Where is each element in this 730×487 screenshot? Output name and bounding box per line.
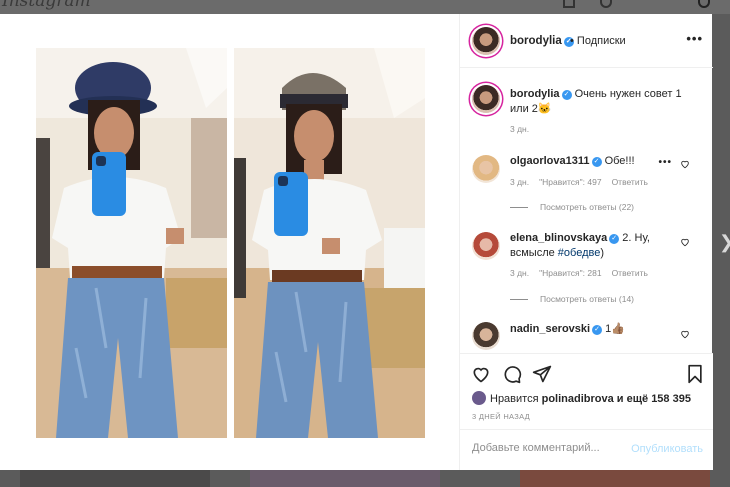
hashtag-link[interactable]: #обедве [558,247,601,259]
comment-username[interactable]: nadin_serovski [510,323,590,335]
comment-bar: Опубликовать [460,429,713,471]
verified-icon: ✓ [592,325,603,335]
background-feed-strip [0,470,730,487]
background-thumbnail [250,470,440,487]
comment-likes[interactable]: "Нравится": 497 [539,177,601,187]
comment-time: 3 дн. [510,177,530,187]
more-options-icon[interactable]: ••• [686,31,703,46]
comment: elena_blinovskaya ✓ 2. Ну, всмысле #обедв… [510,231,670,261]
comment-icon[interactable] [502,364,522,384]
background-thumbnail [520,470,710,487]
author-username[interactable]: borodylia ✓ [510,35,574,47]
view-replies-button[interactable]: Посмотреть ответы (22) [510,202,634,212]
post-sidebar: borodylia ✓ • Подписки ••• borodylia ✓ Оче… [459,14,713,470]
comment-text: ) [600,247,604,259]
publish-button[interactable]: Опубликовать [631,443,703,455]
comment-likes[interactable]: "Нравится": 281 [539,268,601,278]
bookmark-icon[interactable] [685,364,705,384]
post-media [0,14,459,470]
caption-author-avatar[interactable] [472,85,500,113]
verified-icon: ✓ [561,90,572,100]
post-photo-option-1 [36,48,227,438]
post-date: 3 ДНЕЙ НАЗАД [472,412,531,421]
post-modal: borodylia ✓ • Подписки ••• borodylia ✓ Оче… [0,14,713,470]
caption-author-username[interactable]: borodylia [510,88,560,100]
heart-icon[interactable] [680,237,690,247]
comment-username[interactable]: elena_blinovskaya [510,232,607,244]
liker-avatar[interactable] [472,391,486,405]
heart-icon[interactable] [680,329,690,339]
heart-icon[interactable] [600,0,612,8]
comment-text: Обе!!! [604,155,635,167]
post-header: borodylia ✓ • Подписки ••• [460,14,713,68]
verified-icon: ✓ [609,234,620,244]
comment: nadin_serovski ✓ 1👍🏽 [510,322,670,337]
comment-meta: 3 дн. "Нравится": 497 Ответить [510,177,658,187]
post-actions: Нравится polinadibrova и ещё 158 395 3 Д… [460,353,713,470]
comment-meta: 3 дн. "Нравится": 281 Ответить [510,268,658,278]
background-thumbnail [20,470,210,487]
comment-time: 3 дн. [510,268,530,278]
instagram-logo[interactable]: Instagram [2,0,91,11]
comment-text: 1👍🏽 [605,323,625,335]
comment-avatar[interactable] [472,155,500,183]
caption-time: 3 дн. [510,124,530,134]
heart-icon[interactable] [680,159,690,169]
comment: olgaorlova1311 ✓ Обе!!! [510,154,670,169]
heart-icon[interactable] [471,364,491,384]
top-navigation-bar: Instagram [0,0,730,14]
liker-username[interactable]: polinadibrova [542,393,614,405]
share-icon[interactable] [532,364,552,384]
post-caption: borodylia ✓ Очень нужен совет 1 или 2🐱 [510,87,700,117]
reply-button[interactable]: Ответить [612,268,648,278]
author-avatar[interactable] [472,27,500,55]
comment-avatar[interactable] [472,322,500,350]
comment-more-icon[interactable]: ••• [658,157,672,168]
likes-prefix: Нравится [490,393,539,405]
post-photo-option-2 [234,48,425,438]
comment-input[interactable] [472,442,622,454]
verified-icon: ✓ [591,157,602,167]
chevron-right-icon[interactable]: ❯ [719,232,730,253]
likes-count[interactable]: и ещё 158 395 [617,393,691,405]
reply-button[interactable]: Ответить [612,177,648,187]
follow-button[interactable]: • Подписки [570,35,626,47]
comment-username[interactable]: olgaorlova1311 [510,155,590,167]
comment-avatar[interactable] [472,232,500,260]
activity-icon[interactable] [563,0,575,8]
profile-avatar-icon[interactable] [698,0,710,8]
view-replies-button[interactable]: Посмотреть ответы (14) [510,294,634,304]
likes-summary: Нравится polinadibrova и ещё 158 395 [472,391,691,405]
